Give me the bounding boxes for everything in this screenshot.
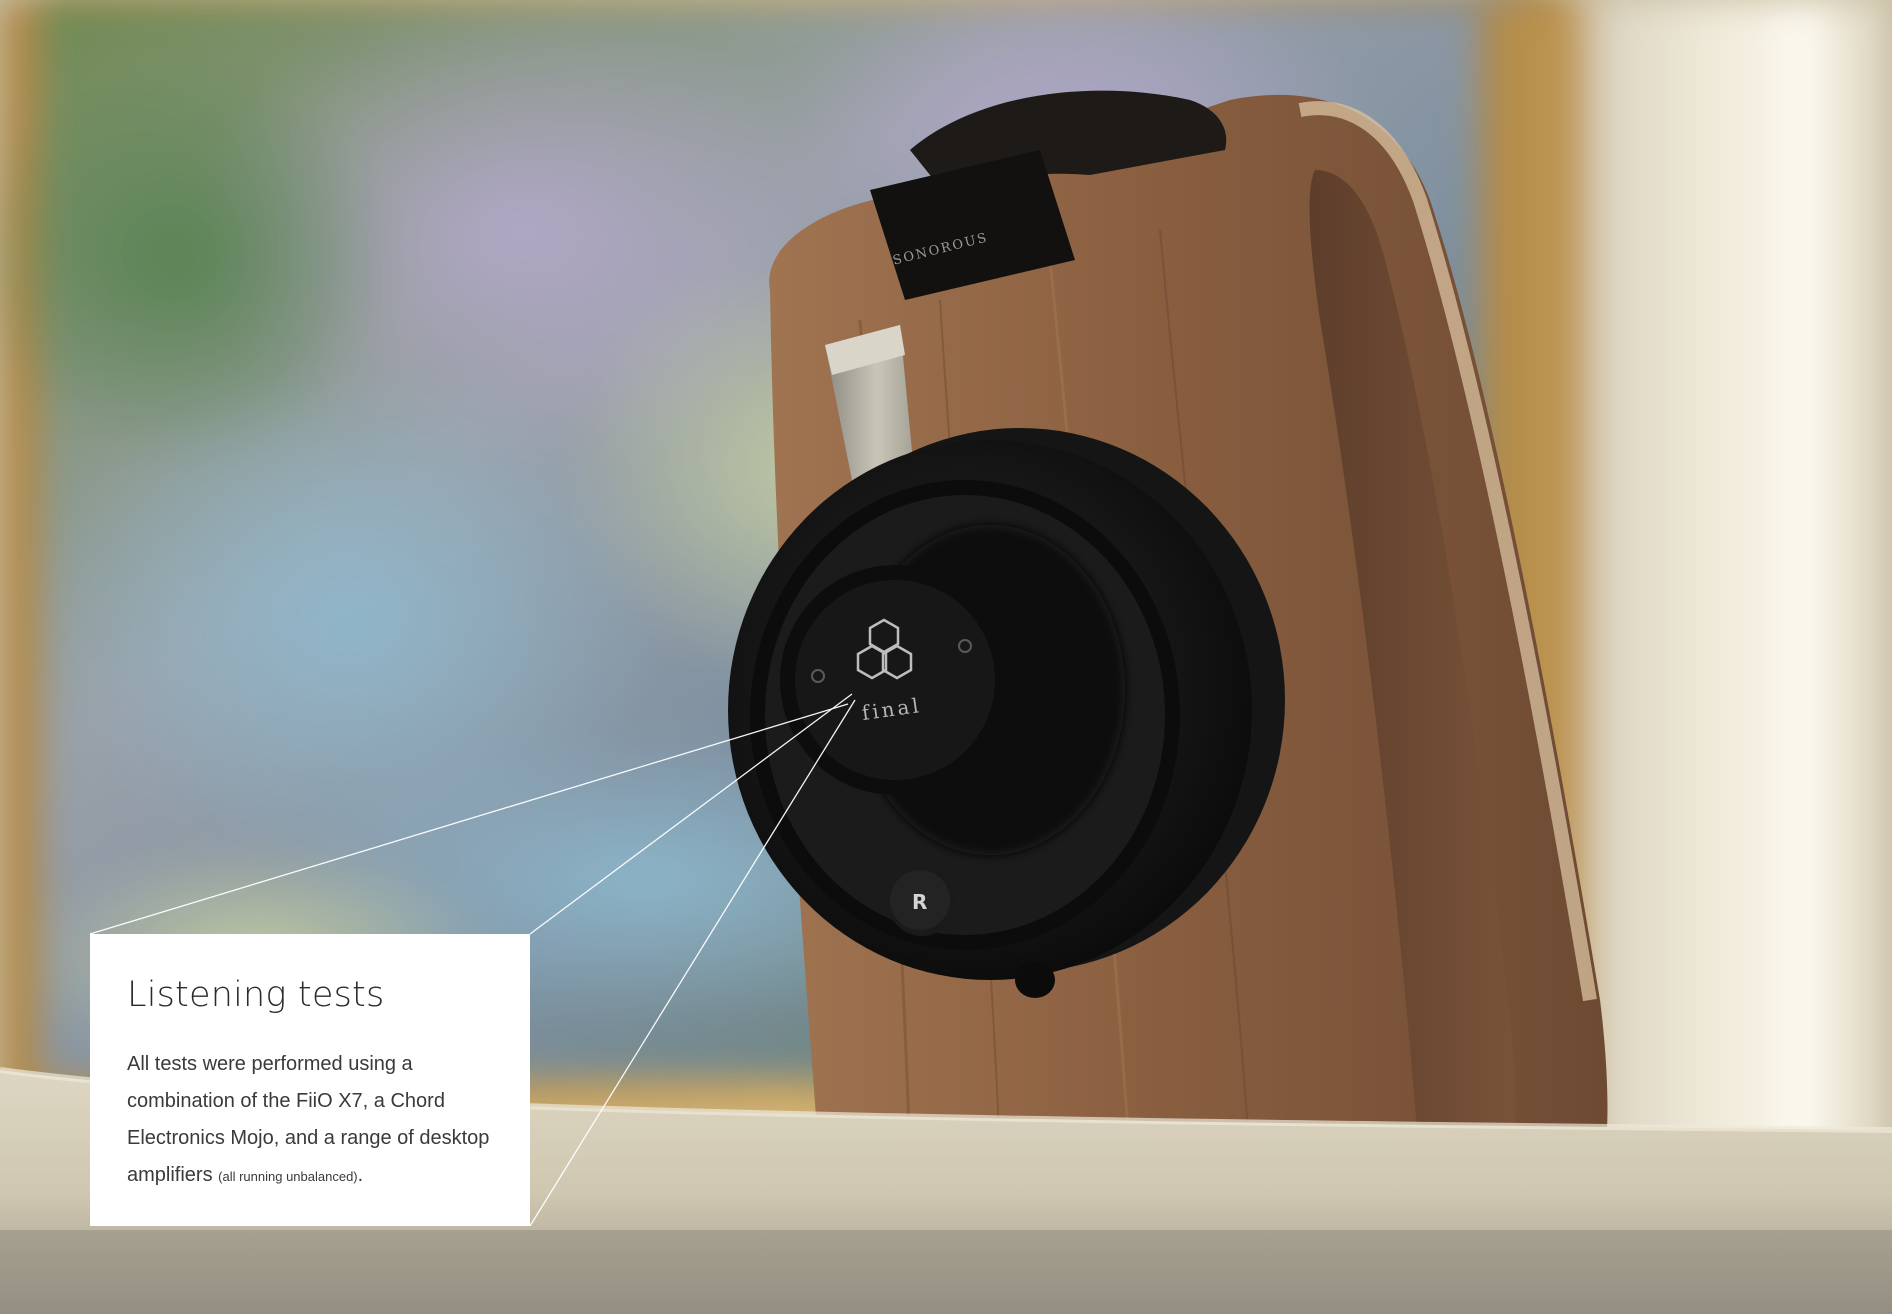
callout-body-end: . — [357, 1164, 364, 1186]
callout-body-main: All tests were performed using a combina… — [127, 1053, 490, 1186]
callout-title: Listening tests — [127, 975, 385, 1015]
listening-tests-callout: Listening tests All tests were performed… — [90, 934, 530, 1226]
callout-body: All tests were performed using a combina… — [127, 1046, 499, 1195]
channel-marker: R — [912, 890, 927, 914]
callout-body-note: (all running unbalanced) — [218, 1169, 358, 1184]
